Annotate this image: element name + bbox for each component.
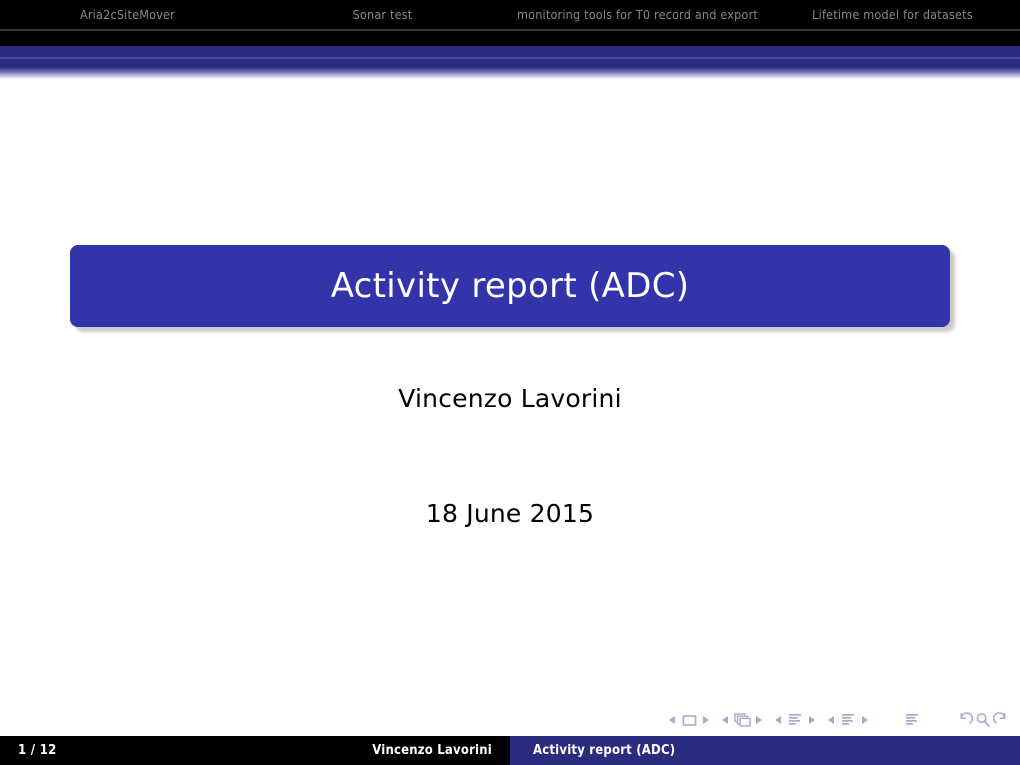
nav-section-monitoring-tools[interactable]: monitoring tools for T0 record and expor… [510,7,765,22]
next-section-icon[interactable] [862,716,868,724]
back-find-forward-group [934,712,1010,728]
section-icon[interactable] [839,712,857,728]
previous-subsection-icon[interactable] [775,716,781,724]
frame-navigation-group [722,712,762,728]
search-icon[interactable] [974,712,992,728]
slide-icon[interactable] [680,712,698,728]
frames-icon[interactable] [733,712,751,728]
footer-author: Vincenzo Lavorini [372,743,492,758]
header-gradient-fade [0,67,1020,79]
title-block: Activity report (ADC) [70,245,955,332]
beamer-navigation-symbols [669,709,1010,731]
title-box: Activity report (ADC) [70,245,950,327]
slide-navigation-group [669,712,709,728]
presentation-date: 18 June 2015 [425,499,595,528]
next-frame-icon[interactable] [756,716,762,724]
nav-section-aria2csitemover[interactable]: Aria2cSiteMover [0,7,255,22]
nav-section-lifetime-model[interactable]: Lifetime model for datasets [765,7,1020,22]
header-blue-band-upper [0,46,1020,57]
footline: 1 / 12 Vincenzo Lavorini Activity report… [0,736,1020,765]
subsection-icon[interactable] [786,712,804,728]
forward-arrow-icon[interactable] [992,712,1010,728]
headline-lower-band [0,30,1020,46]
page-title: Activity report (ADC) [330,266,690,306]
header-blue-band-lower [0,58,1020,67]
author-name: Vincenzo Lavorini [398,384,622,413]
subsection-navigation-group [775,712,815,728]
previous-slide-icon[interactable] [669,716,675,724]
section-navigation-group [828,712,868,728]
nav-section-sonar-test[interactable]: Sonar test [255,7,510,22]
next-subsection-icon[interactable] [809,716,815,724]
back-arrow-icon[interactable] [956,712,974,728]
footer-title: Activity report (ADC) [533,743,676,758]
section-navigation-bar: Aria2cSiteMover Sonar test monitoring to… [0,0,1020,29]
document-icon[interactable] [903,712,921,728]
next-slide-icon[interactable] [703,716,709,724]
beamer-slide: Aria2cSiteMover Sonar test monitoring to… [0,0,1020,765]
previous-section-icon[interactable] [828,716,834,724]
previous-frame-icon[interactable] [722,716,728,724]
footer-right-section: Activity report (ADC) [510,736,1020,765]
footer-left-section: 1 / 12 Vincenzo Lavorini [0,736,510,765]
page-number: 1 / 12 [18,743,57,758]
document-navigation-group [881,712,921,728]
